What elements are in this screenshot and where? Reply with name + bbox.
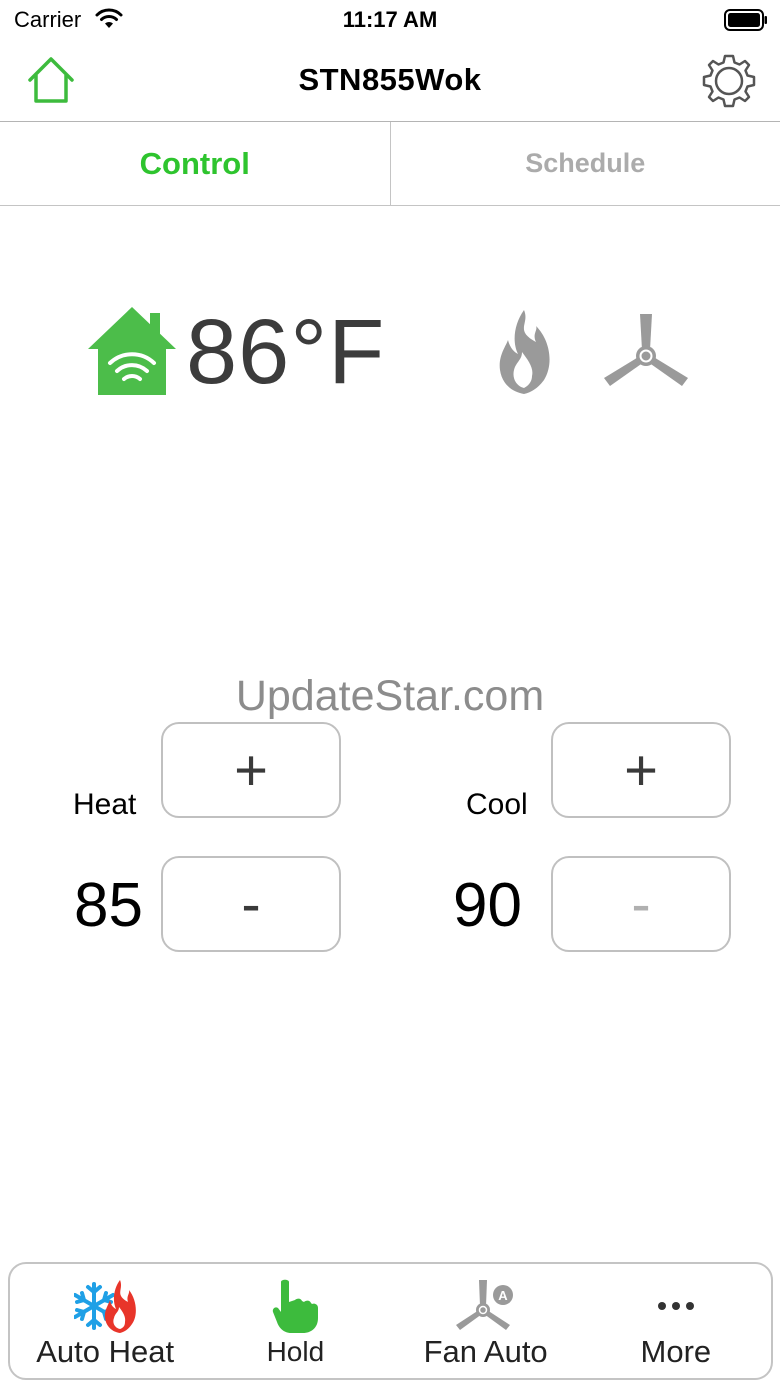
fan-auto-icon: A	[455, 1280, 513, 1330]
watermark-text: UpdateStar.com	[235, 672, 545, 720]
cool-setpoint-value: 90	[453, 871, 522, 940]
tab-control[interactable]: Control	[0, 122, 391, 205]
fan-icon	[604, 314, 688, 386]
tab-schedule[interactable]: Schedule	[391, 122, 780, 205]
hold-button[interactable]: Hold	[200, 1264, 390, 1378]
current-temperature: 86°F	[186, 301, 386, 403]
fan-auto-label: Fan Auto	[423, 1334, 548, 1369]
more-label: More	[640, 1334, 712, 1369]
status-bar: Carrier 11:17 AM	[0, 0, 780, 40]
status-time: 11:17 AM	[342, 7, 438, 32]
auto-heat-label: Auto Heat	[36, 1334, 175, 1369]
gear-icon[interactable]	[700, 52, 758, 110]
heat-setpoint-value: 85	[74, 871, 143, 940]
flame-icon	[499, 310, 550, 394]
navigation-bar: STN855Wok	[0, 40, 780, 122]
house-wifi-icon	[88, 307, 176, 395]
fan-auto-button[interactable]: A Fan Auto	[391, 1264, 581, 1378]
device-title: STN855Wok	[298, 62, 482, 97]
hand-pointer-icon	[273, 1279, 319, 1333]
heat-label: Heat	[73, 788, 137, 821]
heat-decrease-button[interactable]: -	[161, 856, 341, 952]
mode-toolbar: Auto Heat Hold A Fan Auto More	[8, 1262, 773, 1380]
snowflake-flame-icon	[74, 1280, 136, 1333]
svg-text:A: A	[498, 1288, 508, 1303]
battery-icon	[724, 9, 767, 31]
cool-decrease-button[interactable]: -	[551, 856, 731, 952]
cool-increase-button[interactable]: +	[551, 722, 731, 818]
more-dots-icon	[657, 1302, 694, 1310]
heat-increase-button[interactable]: +	[161, 722, 341, 818]
hold-label: Hold	[266, 1336, 325, 1367]
auto-heat-button[interactable]: Auto Heat	[10, 1264, 200, 1378]
more-button[interactable]: More	[581, 1264, 771, 1378]
segment-tabs: Control Schedule	[0, 122, 780, 206]
cool-label: Cool	[466, 788, 528, 821]
thermostat-screen: Carrier 11:17 AM STN855Wok Control Sched…	[0, 0, 780, 1387]
